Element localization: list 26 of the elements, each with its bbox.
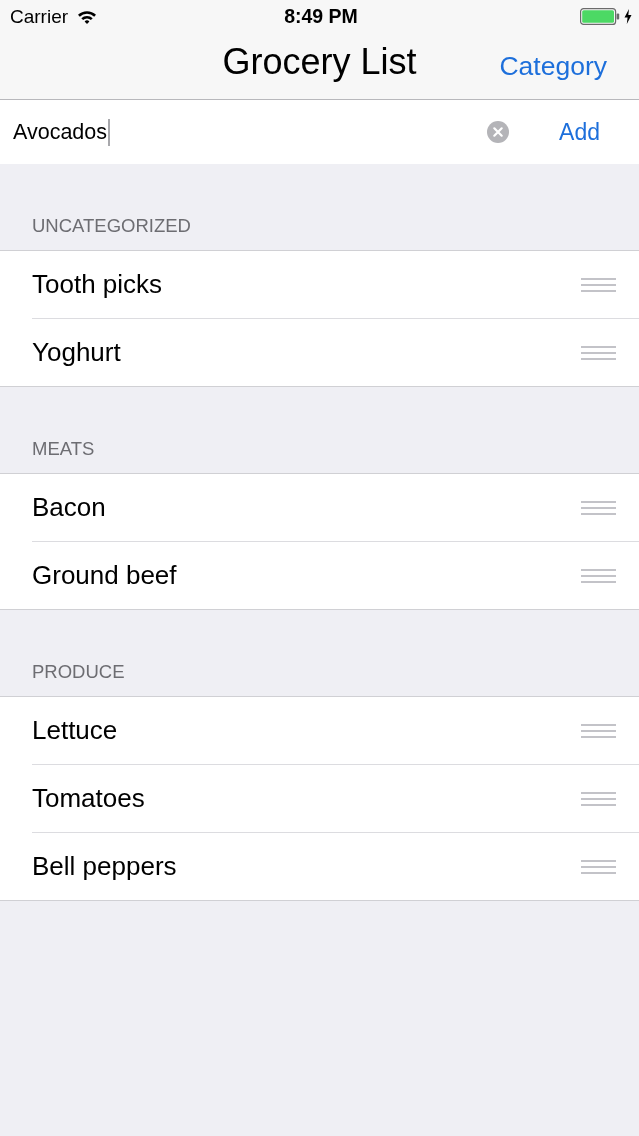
nav-title: Grocery List bbox=[222, 44, 417, 84]
item-name[interactable]: Bacon bbox=[32, 491, 106, 524]
status-time: 8:49 PM bbox=[284, 6, 358, 27]
reorder-handle-icon[interactable] bbox=[581, 859, 616, 874]
wifi-icon bbox=[77, 9, 98, 24]
battery-icon bbox=[580, 8, 620, 25]
category-button[interactable]: Category bbox=[499, 50, 607, 82]
section-header: PRODUCE bbox=[32, 660, 125, 683]
item-name[interactable]: Tooth picks bbox=[32, 268, 163, 301]
item-name[interactable]: Ground beef bbox=[32, 559, 177, 592]
clear-icon[interactable] bbox=[487, 121, 510, 143]
carrier-name: Carrier bbox=[10, 7, 69, 26]
item-name[interactable]: Yoghurt bbox=[32, 336, 121, 369]
section-header: MEATS bbox=[32, 437, 95, 460]
reorder-handle-icon[interactable] bbox=[581, 791, 616, 806]
item-name[interactable]: Bell peppers bbox=[32, 850, 177, 883]
item-name[interactable]: Tomatoes bbox=[32, 782, 145, 815]
reorder-handle-icon[interactable] bbox=[581, 500, 616, 515]
add-button[interactable]: Add bbox=[559, 118, 600, 146]
reorder-handle-icon[interactable] bbox=[581, 568, 616, 583]
reorder-handle-icon[interactable] bbox=[581, 345, 616, 360]
reorder-handle-icon[interactable] bbox=[581, 277, 616, 292]
item-name[interactable]: Lettuce bbox=[32, 714, 118, 747]
item-input-field[interactable]: Avocados bbox=[13, 117, 488, 147]
reorder-handle-icon[interactable] bbox=[581, 723, 616, 738]
section-header: UNCATEGORIZED bbox=[32, 214, 191, 237]
